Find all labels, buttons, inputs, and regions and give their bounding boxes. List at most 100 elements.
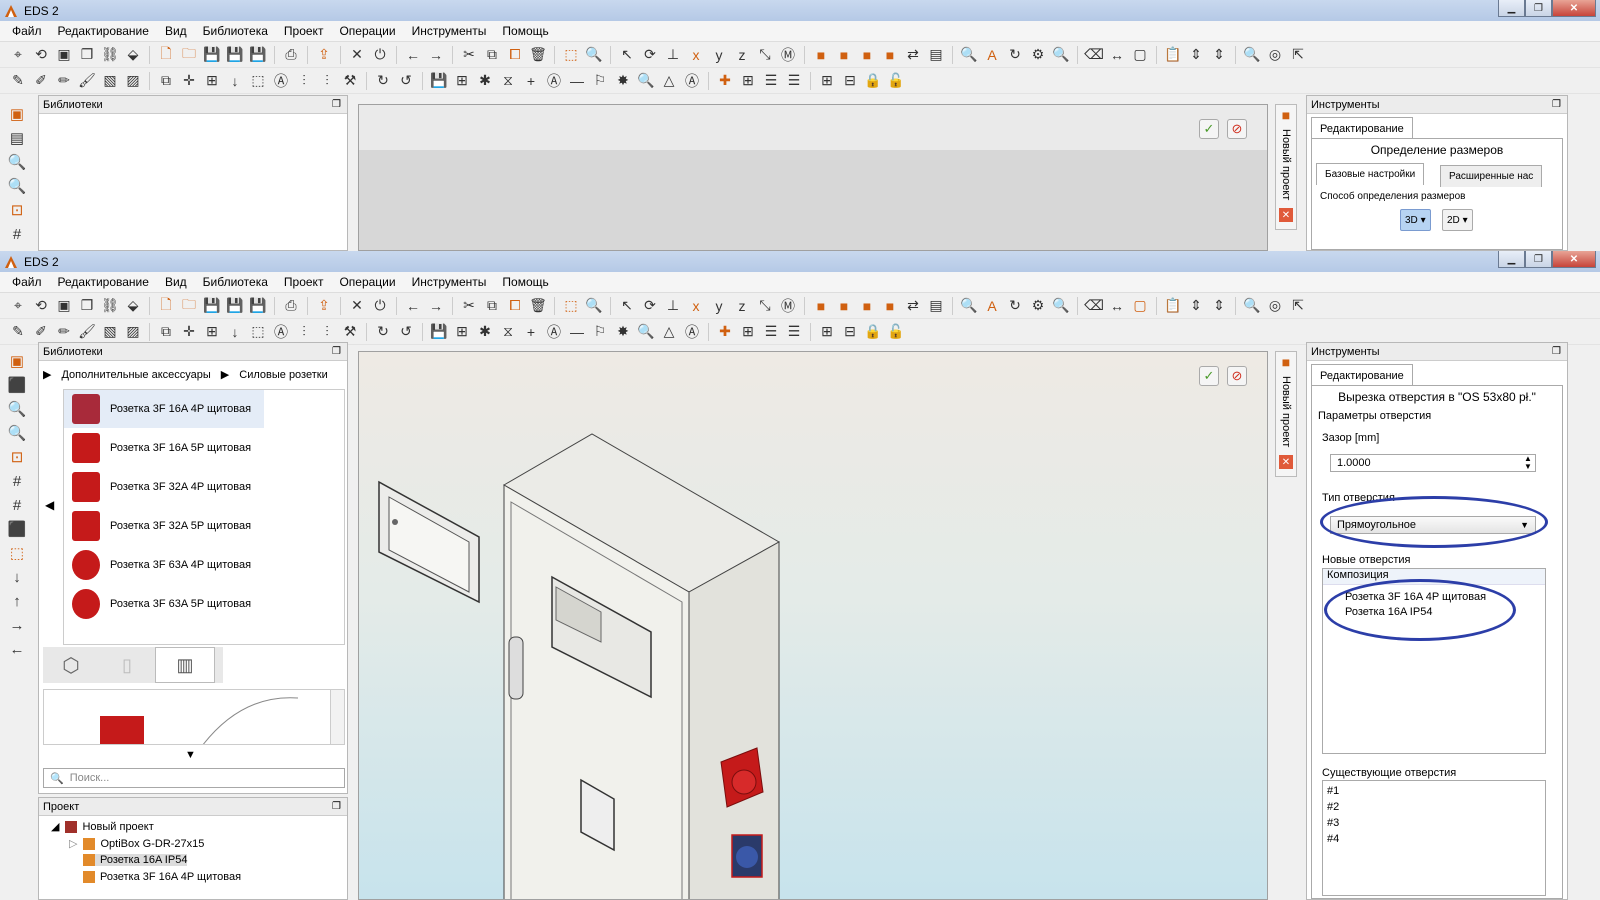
group-icon[interactable]: ▣ (54, 45, 74, 65)
tree-root[interactable]: ◢ Новый проект (51, 820, 154, 833)
cabinet-model[interactable] (359, 352, 1268, 900)
rect-select-icon[interactable]: ⬚ (248, 322, 268, 342)
triangle-icon[interactable]: △ (659, 71, 679, 91)
preview-scrollbar[interactable] (330, 690, 344, 744)
rotate-ccw-icon[interactable]: ↺ (396, 71, 416, 91)
snap-icon[interactable]: ✱ (475, 71, 495, 91)
fit-icon[interactable]: ⊡ (7, 447, 27, 467)
new-project-tab[interactable]: ■ Новый проект ✕ (1275, 351, 1297, 477)
y-axis-icon[interactable]: y (709, 296, 729, 316)
view-icon[interactable]: 🔍 (1242, 296, 1262, 316)
group-icon[interactable]: ▣ (54, 296, 74, 316)
restore-button[interactable]: ❐ (1525, 0, 1552, 17)
text-icon[interactable]: A (982, 296, 1002, 316)
layers-icon[interactable]: ☰ (761, 71, 781, 91)
float-icon[interactable]: ❐ (332, 99, 341, 110)
light-icon[interactable]: ✸ (613, 322, 633, 342)
brush-icon[interactable]: 🖌 (77, 322, 97, 342)
pencil-icon[interactable]: ✏ (54, 322, 74, 342)
print-icon[interactable]: ⎙ (281, 45, 301, 65)
breadcrumb-arrow-icon[interactable]: ▶ (221, 368, 229, 381)
tab-editing[interactable]: Редактирование (1311, 117, 1413, 139)
power-icon[interactable]: ⏻ (370, 45, 390, 65)
rotate-ccw-icon[interactable]: ↺ (396, 322, 416, 342)
zoom-icon[interactable]: 🔍 (959, 296, 979, 316)
close-button[interactable]: ✕ (1552, 251, 1596, 268)
down-icon[interactable]: ↓ (225, 322, 245, 342)
list-item[interactable]: Розетка 3F 32A 5P щитовая (64, 507, 264, 545)
hide-icon[interactable]: ◎ (1265, 45, 1285, 65)
tree-item[interactable]: Розетка 16A IP54 (83, 854, 188, 866)
menu-edit[interactable]: Редактирование (50, 275, 157, 289)
arrow-nw-icon[interactable]: ↖ (617, 45, 637, 65)
save-icon[interactable]: 💾 (202, 45, 222, 65)
line-icon[interactable]: — (567, 71, 587, 91)
close-button[interactable]: ✕ (1552, 0, 1596, 17)
zoom-icon[interactable]: 🔍 (959, 45, 979, 65)
component1-icon[interactable]: ■ (811, 45, 831, 65)
menu-project[interactable]: Проект (276, 24, 332, 38)
tree-item[interactable]: Розетка 3F 16A 4P щитовая (83, 871, 241, 883)
save-as-icon[interactable]: 💾 (225, 45, 245, 65)
label-icon[interactable]: Ⓐ (544, 322, 564, 342)
transform-icon[interactable]: ⧉ (156, 322, 176, 342)
edit-box2-icon[interactable]: ▨ (123, 322, 143, 342)
menu-operations[interactable]: Операции (331, 24, 403, 38)
list-item[interactable]: #2 (1327, 801, 1545, 813)
close-tab-icon[interactable]: ✕ (1279, 455, 1293, 470)
list-item[interactable]: #1 (1327, 785, 1545, 797)
grid-icon[interactable]: ⊞ (452, 322, 472, 342)
paste-icon[interactable]: ⧠ (505, 296, 525, 316)
clipboard-icon[interactable]: 📋 (1163, 45, 1183, 65)
mirror-icon[interactable]: Ⓜ (778, 45, 798, 65)
refresh-icon[interactable]: ↻ (1005, 296, 1025, 316)
close-doc-icon[interactable]: ✕ (347, 296, 367, 316)
copy2-icon[interactable]: ⧉ (482, 296, 502, 316)
grid-toggle-icon[interactable]: # (7, 471, 27, 491)
zoom-out-icon[interactable]: 🔍 (7, 176, 27, 196)
tab-editing[interactable]: Редактирование (1311, 364, 1413, 386)
menu-edit[interactable]: Редактирование (50, 24, 157, 38)
fit-icon[interactable]: ⊡ (7, 200, 27, 220)
nut-icon[interactable]: ⬡ (43, 647, 99, 683)
select-all-icon[interactable]: ⬚ (561, 45, 581, 65)
orbit-icon[interactable]: ⟳ (640, 296, 660, 316)
select-all-icon[interactable]: ⬚ (561, 296, 581, 316)
snap-icon[interactable]: ✱ (475, 322, 495, 342)
dist-icon[interactable]: ⫶ (294, 71, 314, 91)
close-doc-icon[interactable]: ✕ (347, 45, 367, 65)
float-icon[interactable]: ❐ (1552, 99, 1561, 110)
link-icon[interactable]: ⛓ (100, 45, 120, 65)
menu-help[interactable]: Помощь (494, 275, 556, 289)
restore-button[interactable]: ❐ (1525, 251, 1552, 268)
layout-icon[interactable]: ⊞ (738, 322, 758, 342)
back-icon[interactable]: ← (403, 45, 423, 65)
arrow-left-icon[interactable]: ← (7, 639, 27, 659)
cube2-icon[interactable]: ⬚ (7, 543, 27, 563)
split-icon[interactable]: ⇕ (1186, 296, 1206, 316)
eraser-icon[interactable]: ⌫ (1084, 296, 1104, 316)
list-item[interactable]: #4 (1327, 833, 1545, 845)
menu-tools[interactable]: Инструменты (404, 275, 495, 289)
split2-icon[interactable]: ⇕ (1209, 296, 1229, 316)
layers2-icon[interactable]: ☰ (784, 322, 804, 342)
rotate-cw-icon[interactable]: ↻ (373, 322, 393, 342)
menu-view[interactable]: Вид (157, 24, 195, 38)
layer-icon[interactable]: ▤ (7, 128, 27, 148)
gap-input[interactable]: 1.0000 (1330, 454, 1536, 472)
lock-icon[interactable]: 🔒 (863, 71, 883, 91)
disk-icon[interactable]: 💾 (429, 322, 449, 342)
grid-icon[interactable]: ⊞ (452, 71, 472, 91)
export2-icon[interactable]: ⇱ (1288, 45, 1308, 65)
crosshair-icon[interactable]: ✚ (715, 322, 735, 342)
float-icon[interactable]: ❐ (332, 346, 341, 357)
power-icon[interactable]: ⏻ (370, 296, 390, 316)
open-icon[interactable]: 🗀 (179, 296, 199, 316)
color-icon[interactable]: ▣ (7, 104, 27, 124)
line-icon[interactable]: — (567, 322, 587, 342)
new-project-tab[interactable]: ■ Новый проект ✕ (1275, 104, 1297, 230)
expand-icon[interactable]: ▷ (69, 837, 77, 850)
mode-2d-button[interactable]: 2D ▾ (1442, 209, 1473, 231)
frame-icon[interactable]: ▢ (1130, 296, 1150, 316)
save-all-icon[interactable]: 💾 (248, 296, 268, 316)
